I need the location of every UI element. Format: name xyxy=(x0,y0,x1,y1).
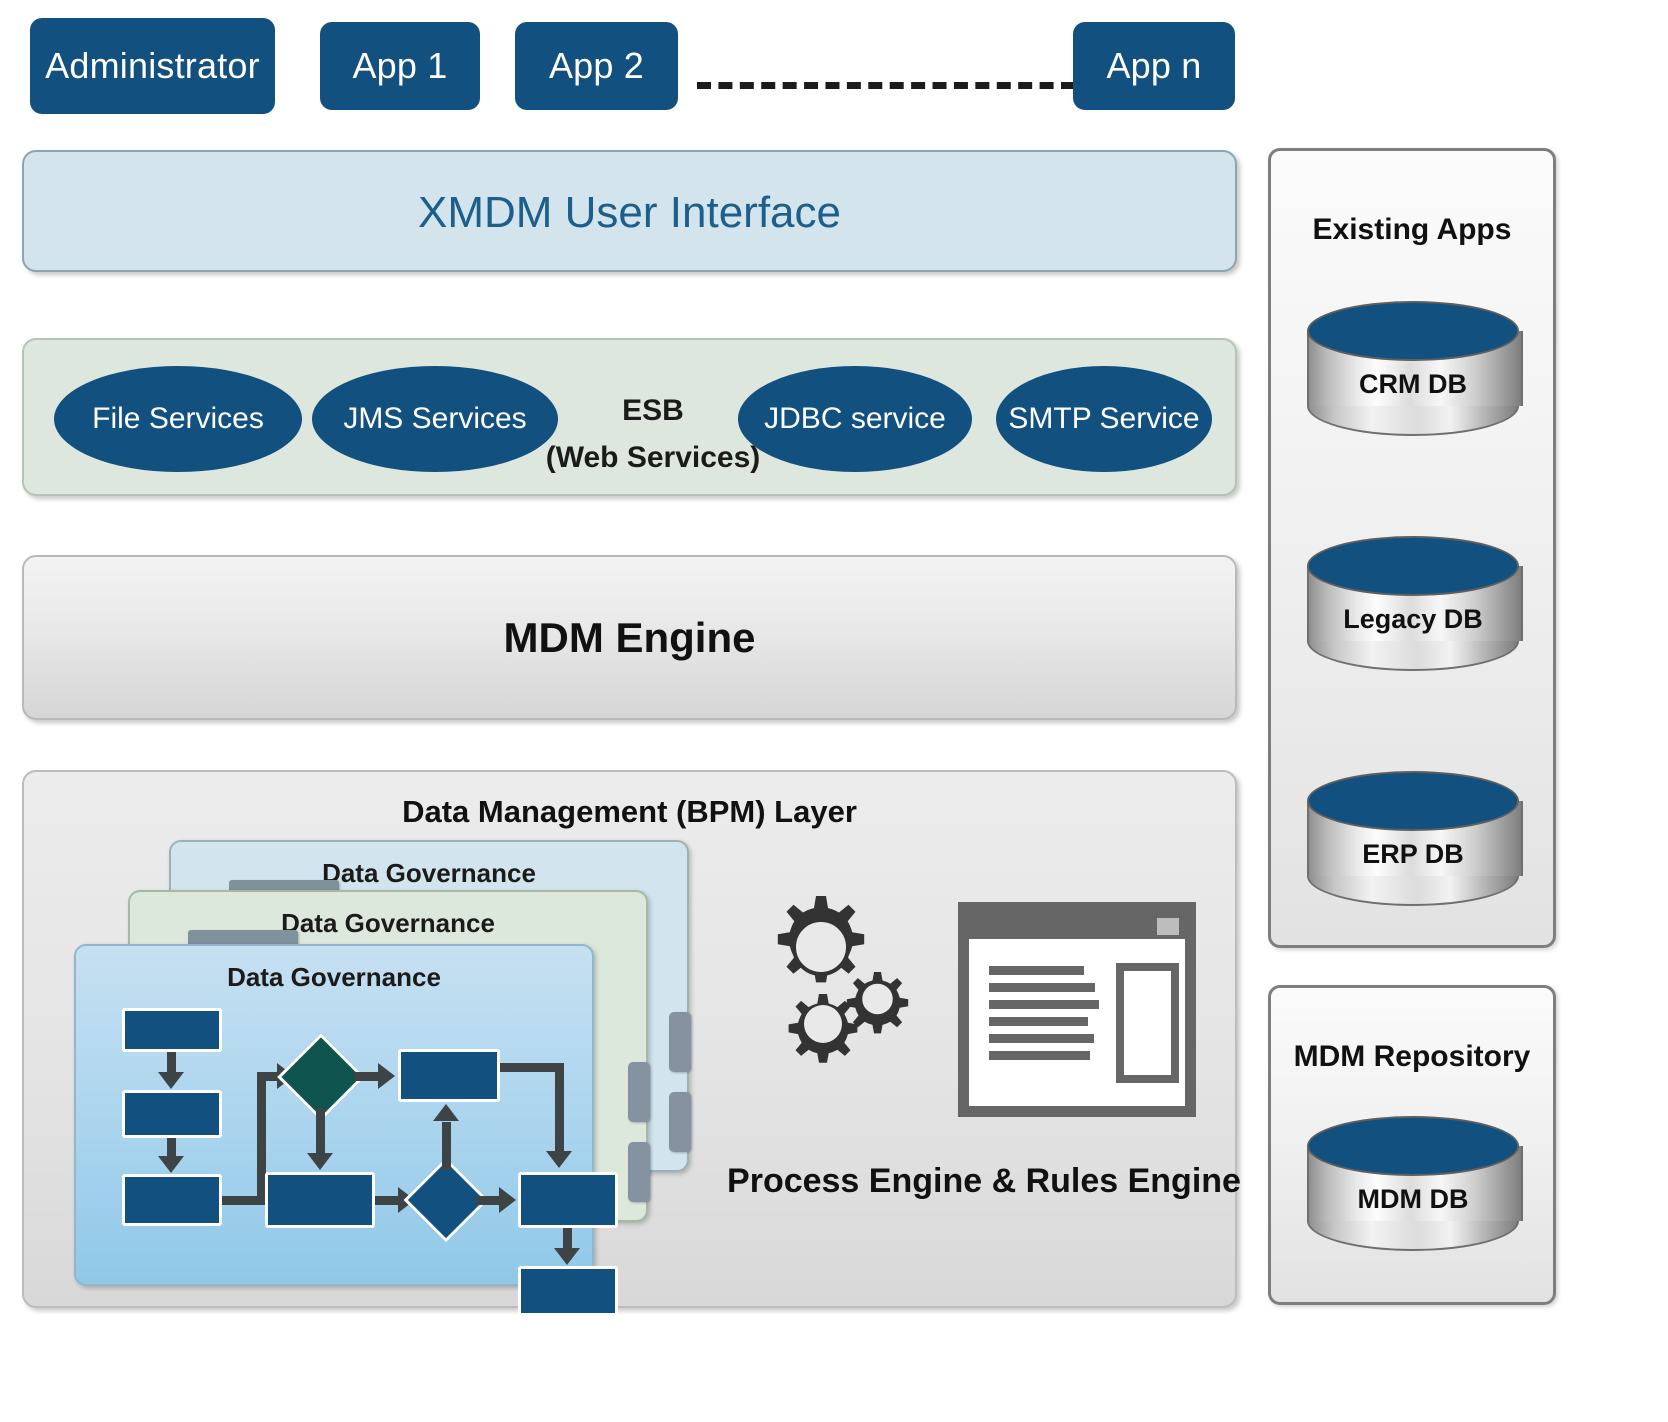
data-governance-side-tab-back-2 xyxy=(669,1092,691,1152)
data-governance-side-tab-middle-2 xyxy=(628,1142,650,1202)
esb-service-file-services[interactable]: File Services xyxy=(54,366,302,472)
esb-service-label: JMS Services xyxy=(343,402,527,435)
database-label: MDM DB xyxy=(1357,1184,1469,1214)
database-top xyxy=(1307,771,1519,831)
database-mdm-db[interactable]: MDM DB xyxy=(1307,1116,1523,1261)
document-text-line xyxy=(989,1000,1099,1009)
architecture-diagram: Administrator App 1 App 2 App n XMDM Use… xyxy=(0,0,1668,1422)
database-legacy-db[interactable]: Legacy DB xyxy=(1307,536,1523,681)
esb-service-jdbc-service[interactable]: JDBC service xyxy=(738,366,972,472)
mdm-repository-panel[interactable]: MDM Repository MDM DB xyxy=(1268,985,1556,1305)
flow-node-2 xyxy=(122,1090,222,1138)
flow-connector-1-2 xyxy=(167,1052,176,1074)
esb-layer[interactable]: File Services JMS Services ESB (Web Serv… xyxy=(22,338,1237,496)
document-text-line xyxy=(989,1051,1090,1060)
esb-service-label: File Services xyxy=(92,402,264,435)
data-governance-side-tab-back-1 xyxy=(669,1012,691,1072)
flow-node-7 xyxy=(518,1266,618,1316)
data-management-bpm-layer[interactable]: Data Management (BPM) Layer Data Governa… xyxy=(22,770,1241,1316)
app-box-administrator[interactable]: Administrator xyxy=(30,18,275,114)
bpm-layer-title: Data Management (BPM) Layer xyxy=(402,794,857,829)
esb-label-line-2: (Web Services) xyxy=(545,440,761,474)
document-side-panel xyxy=(1116,963,1179,1083)
mdm-repository-title: MDM Repository xyxy=(1293,1040,1531,1073)
document-text-line xyxy=(989,1034,1094,1043)
flow-connector-d1-down xyxy=(316,1108,325,1156)
mdm-engine-layer[interactable]: MDM Engine xyxy=(22,555,1237,720)
flow-arrowhead-d2-node6 xyxy=(499,1187,516,1213)
flow-node-4 xyxy=(398,1049,500,1102)
flow-arrowhead-d1-node5 xyxy=(307,1153,333,1170)
flow-connector-2-3 xyxy=(167,1138,176,1158)
flow-connector-d1-node4 xyxy=(354,1072,380,1081)
flow-connector-node4-down xyxy=(555,1063,564,1153)
esb-service-jms-services[interactable]: JMS Services xyxy=(312,366,558,472)
flow-node-3 xyxy=(122,1174,222,1226)
flow-node-1 xyxy=(122,1008,222,1052)
data-governance-card-title: Data Governance xyxy=(227,962,441,992)
database-top xyxy=(1307,1116,1519,1176)
document-text-line xyxy=(989,1017,1088,1026)
flow-arrowhead-node6-node7 xyxy=(554,1248,580,1265)
database-top xyxy=(1307,536,1519,596)
document-window-icon xyxy=(958,902,1196,1117)
document-text-line xyxy=(989,966,1084,975)
data-governance-side-tab-middle-1 xyxy=(628,1062,650,1122)
flow-connector-d2-up xyxy=(442,1122,451,1170)
app-box-label: App n xyxy=(1106,45,1202,86)
esb-service-label: JDBC service xyxy=(764,402,946,435)
database-label: ERP DB xyxy=(1362,839,1464,869)
existing-apps-panel[interactable]: Existing Apps CRM DB Legacy DB ERP DB xyxy=(1268,148,1556,948)
flow-node-6 xyxy=(518,1172,618,1228)
flow-node-5 xyxy=(265,1172,375,1228)
flow-arrowhead-d2-node4 xyxy=(433,1104,459,1121)
flow-arrowhead-d1-node4 xyxy=(378,1063,395,1089)
existing-apps-title: Existing Apps xyxy=(1312,213,1512,246)
app-box-app-1[interactable]: App 1 xyxy=(320,22,480,110)
document-titlebar xyxy=(969,913,1185,939)
app-box-label: Administrator xyxy=(45,45,260,86)
database-label: CRM DB xyxy=(1359,369,1467,399)
database-erp-db[interactable]: ERP DB xyxy=(1307,771,1523,916)
xmdm-user-interface-layer[interactable]: XMDM User Interface xyxy=(22,150,1237,272)
mdm-engine-title: MDM Engine xyxy=(503,614,756,661)
app-box-label: App 2 xyxy=(548,45,645,86)
database-top xyxy=(1307,301,1519,361)
gears-icon xyxy=(750,890,930,1070)
document-text-line xyxy=(989,983,1095,992)
app-box-label: App 1 xyxy=(352,45,448,86)
database-crm-db[interactable]: CRM DB xyxy=(1307,301,1523,446)
esb-center-label: ESB (Web Services) xyxy=(536,388,770,481)
flow-arrowhead-1-2 xyxy=(158,1072,184,1089)
document-titlebar-button xyxy=(1157,918,1179,935)
data-governance-card-front[interactable]: Data Governance xyxy=(74,944,618,1316)
esb-service-smtp-service[interactable]: SMTP Service xyxy=(996,366,1212,472)
process-engine-label: Process Engine & Rules Engine xyxy=(727,1162,1241,1200)
database-label: Legacy DB xyxy=(1343,604,1483,634)
flow-connector-node6-node7 xyxy=(563,1228,572,1250)
app-box-app-2[interactable]: App 2 xyxy=(515,22,678,110)
esb-label-line-1: ESB xyxy=(622,394,684,427)
app-box-app-n[interactable]: App n xyxy=(1073,22,1235,110)
flow-arrowhead-node4-node6 xyxy=(546,1151,572,1168)
flow-arrowhead-2-3 xyxy=(158,1156,184,1173)
apps-dashed-connector xyxy=(697,82,1075,89)
xmdm-user-interface-title: XMDM User Interface xyxy=(418,188,841,237)
esb-service-label: SMTP Service xyxy=(1008,402,1200,435)
